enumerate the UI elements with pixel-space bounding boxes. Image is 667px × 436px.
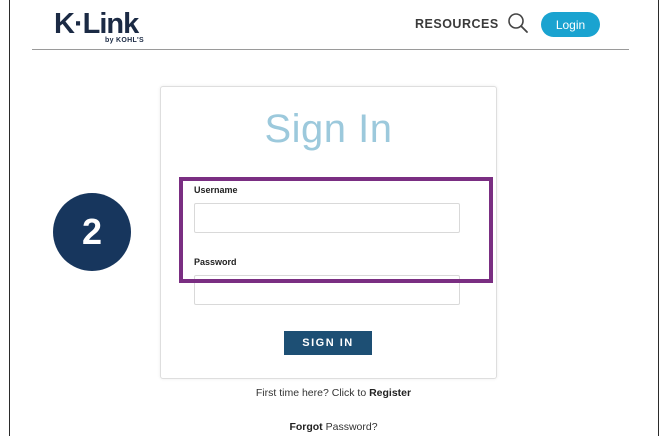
sign-in-title: Sign In <box>264 107 393 151</box>
logo-sub-text: by KOHL'S <box>105 37 144 44</box>
klink-logo[interactable]: K·Link by KOHL'S <box>54 8 150 44</box>
step-number-badge: 2 <box>53 193 131 271</box>
password-label: Password <box>194 257 237 267</box>
register-link[interactable]: Register <box>369 387 411 399</box>
forgot-password-prompt: Forgot Password? <box>0 421 667 433</box>
sign-in-button[interactable]: SIGN IN <box>284 331 372 355</box>
nav-resources-link[interactable]: RESOURCES <box>415 17 499 31</box>
forgot-password-link[interactable]: Forgot <box>289 421 322 433</box>
username-input[interactable] <box>194 203 460 233</box>
forgot-suffix-text: Password? <box>322 421 378 433</box>
register-prefix-text: First time here? Click to <box>255 387 370 399</box>
sign-in-card: Sign In Username Password SIGN IN <box>160 86 497 379</box>
password-input[interactable] <box>194 275 460 305</box>
register-prompt: First time here? Click to Register <box>0 387 667 399</box>
search-icon[interactable] <box>507 12 529 34</box>
header-divider <box>32 49 629 50</box>
logo-brand-text: K·Link <box>54 8 139 40</box>
login-button[interactable]: Login <box>541 12 600 37</box>
username-label: Username <box>194 185 238 195</box>
